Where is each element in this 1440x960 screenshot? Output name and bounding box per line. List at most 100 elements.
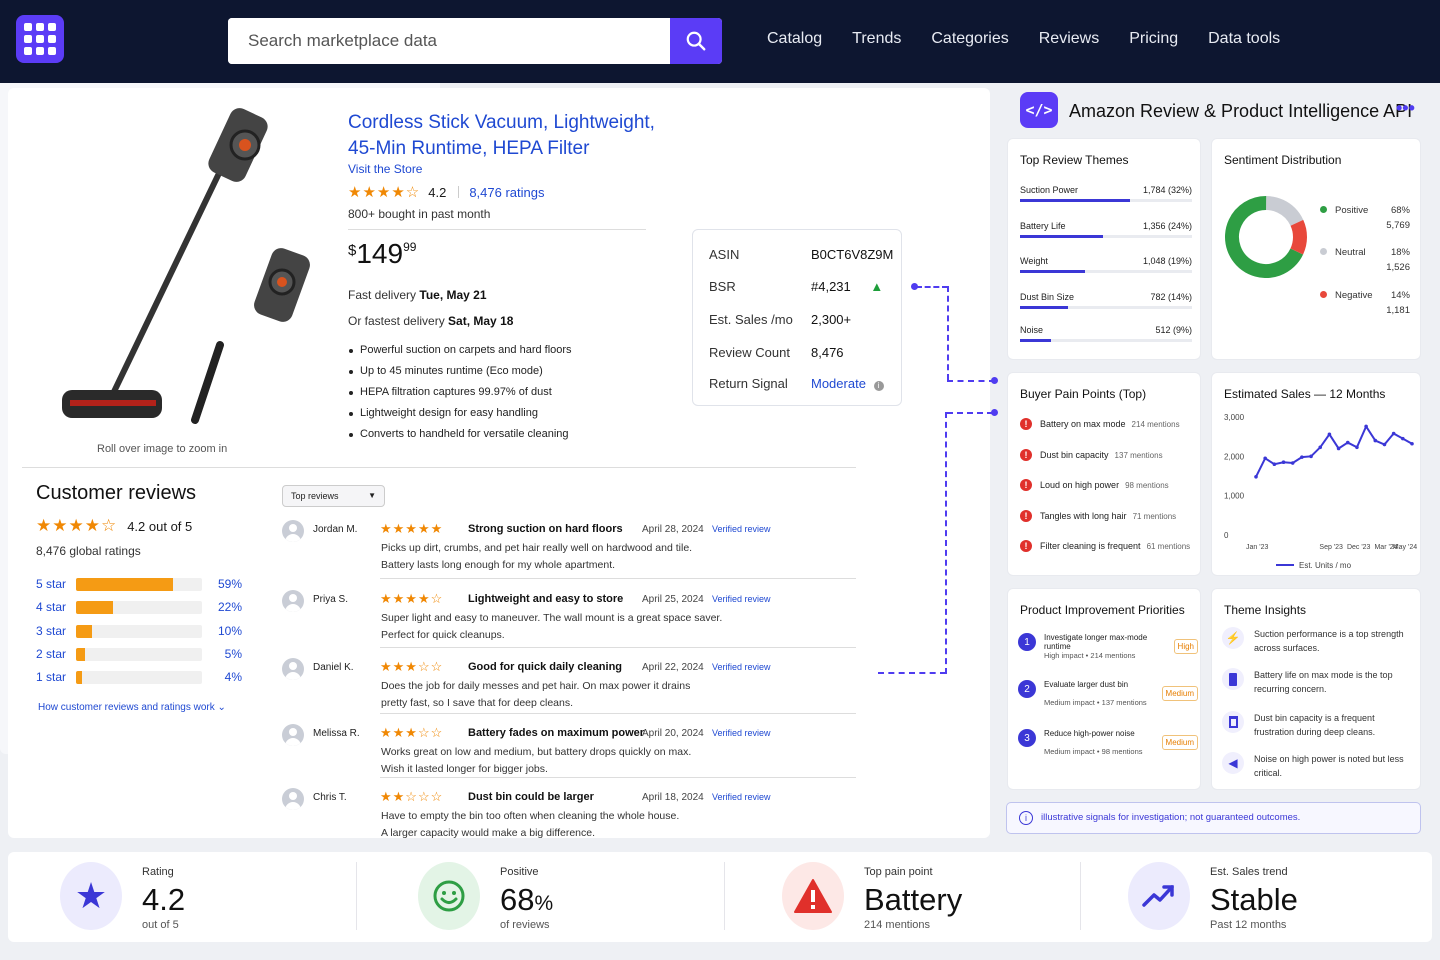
ratings-count-link[interactable]: 8,476 ratings	[469, 185, 544, 200]
nav-reviews[interactable]: Reviews	[1039, 30, 1099, 48]
apps-grid-icon[interactable]	[16, 15, 64, 63]
legend-pct: 14%	[1390, 290, 1410, 301]
data-point	[1345, 440, 1350, 445]
search-button[interactable]	[670, 18, 722, 64]
warning-icon	[782, 862, 844, 930]
star-pct: 22%	[217, 600, 242, 614]
sales-chart-card: Estimated Sales — 12 Months 3,000 2,000 1,…	[1211, 372, 1421, 576]
nav-pricing[interactable]: Pricing	[1129, 30, 1178, 48]
product-image[interactable]	[50, 100, 330, 440]
review-item: Jordan M. ★★★★★ Strong suction on hard f…	[282, 518, 856, 584]
reviewer-name[interactable]: Melissa R.	[313, 728, 360, 739]
info-icon: i	[1019, 811, 1033, 825]
smile-icon	[418, 862, 480, 930]
review-headline[interactable]: Good for quick daily cleaning	[468, 661, 622, 673]
alert-icon: !	[1020, 479, 1032, 491]
star-bar-row[interactable]: 2 star 5%	[36, 647, 242, 661]
pain-mentions: 98 mentions	[1125, 480, 1169, 490]
search-input[interactable]	[228, 18, 668, 64]
star-bar-row[interactable]: 4 star 22%	[36, 600, 242, 614]
nav-data-tools[interactable]: Data tools	[1208, 30, 1280, 48]
star-bar-row[interactable]: 3 star 10%	[36, 624, 242, 638]
sort-reviews-dropdown[interactable]: Top reviews ▼	[282, 485, 385, 507]
theme-value: 782 (14%)	[1150, 292, 1192, 302]
priority-badge: High	[1173, 639, 1198, 654]
nav-catalog[interactable]: Catalog	[767, 30, 822, 48]
product-title[interactable]: Cordless Stick Vacuum, Lightweight, 45-M…	[348, 110, 668, 162]
priority-rank: 2	[1018, 680, 1036, 698]
sales-line	[1255, 424, 1413, 478]
y-tick-label: 3,000	[1224, 413, 1245, 422]
star-bar-track	[76, 670, 202, 684]
connector-line	[947, 412, 993, 414]
review-headline[interactable]: Lightweight and easy to store	[468, 593, 623, 605]
data-point	[1336, 446, 1341, 451]
theme-value: 1,356 (24%)	[1142, 221, 1192, 231]
connector-line	[947, 286, 949, 380]
star-bar-row[interactable]: 5 star 59%	[36, 577, 242, 591]
more-options-button[interactable]: •••	[1396, 98, 1415, 119]
review-stars: ★★★☆☆	[380, 725, 444, 740]
chevron-down-icon: ⌄	[217, 702, 226, 713]
theme-name: Suction Power	[1020, 185, 1079, 195]
kpi-label: Top pain point	[864, 866, 933, 878]
price: $14999	[348, 238, 416, 270]
feature-bullet: Converts to handheld for versatile clean…	[348, 428, 572, 449]
api-title: Amazon Review & Product Intelligence API	[1069, 101, 1413, 121]
star-bar-fill	[76, 624, 93, 638]
reviewer-name[interactable]: Chris T.	[313, 792, 347, 803]
divider	[356, 862, 357, 930]
review-date: April 28, 2024	[642, 524, 704, 535]
feature-bullet: Powerful suction on carpets and hard flo…	[348, 344, 572, 365]
data-point	[1300, 455, 1304, 459]
metric-label: ASIN	[709, 247, 740, 262]
review-stars: ★★★☆☆	[380, 659, 444, 674]
reviewer-name[interactable]: Priya S.	[313, 594, 348, 605]
pain-point: ! Loud on high power 98 mentions	[1020, 479, 1169, 491]
review-body: Have to empty the bin too often when cle…	[381, 810, 680, 839]
insight-text: Noise on high power is noted but less cr…	[1254, 754, 1404, 778]
star-bar-fill	[76, 647, 85, 661]
reviewer-name[interactable]: Daniel K.	[313, 662, 354, 673]
x-tick-label: Sep '23	[1319, 544, 1343, 551]
star-label: 4 star	[36, 600, 67, 614]
nav-trends[interactable]: Trends	[852, 30, 901, 48]
metric-review-count: Review Count 8,476	[709, 345, 889, 360]
review-headline[interactable]: Battery fades on maximum power	[468, 727, 644, 739]
api-header: </> Amazon Review & Product Intelligence…	[1020, 92, 1420, 132]
data-point	[1263, 456, 1267, 461]
star-label: 3 star	[36, 624, 67, 638]
star-icon: ★	[60, 862, 122, 930]
divider	[724, 862, 725, 930]
pain-point: ! Tangles with long hair 71 mentions	[1020, 510, 1176, 522]
nav-categories[interactable]: Categories	[931, 30, 1008, 48]
avatar	[282, 520, 304, 542]
how-reviews-work-link[interactable]: How customer reviews and ratings work ⌄	[38, 702, 226, 713]
connector-dot	[991, 409, 998, 416]
review-stars: ★★★★★	[380, 521, 444, 536]
legend-label: Negative	[1335, 290, 1373, 301]
pain-point: ! Dust bin capacity 137 mentions	[1020, 449, 1163, 461]
visit-store-link[interactable]: Visit the Store	[348, 162, 422, 176]
review-headline[interactable]: Dust bin could be larger	[468, 791, 594, 803]
kpi-sub: out of 5	[142, 919, 179, 931]
kpi-label: Positive	[500, 866, 539, 878]
pain-points-card: Buyer Pain Points (Top) ! Battery on max …	[1007, 372, 1201, 576]
verified-badge: Verified review	[712, 524, 771, 534]
info-icon[interactable]: i	[873, 381, 884, 391]
caret-down-icon: ▼	[368, 491, 376, 500]
metric-value: Moderate i	[811, 376, 889, 391]
priority-rank: 1	[1018, 633, 1036, 651]
review-headline[interactable]: Strong suction on hard floors	[468, 523, 623, 535]
feature-bullet: Up to 45 minutes runtime (Eco mode)	[348, 365, 572, 386]
pain-mentions: 137 mentions	[1114, 450, 1163, 460]
theme-name: Battery Life	[1020, 221, 1066, 231]
theme-bar	[1020, 306, 1068, 309]
sentiment-donut	[1225, 196, 1307, 278]
reviewer-name[interactable]: Jordan M.	[313, 524, 357, 535]
metric-label: Review Count	[709, 345, 790, 360]
kpi-sub: of reviews	[500, 919, 550, 931]
speaker-icon: ◀	[1222, 752, 1244, 774]
star-bar-row[interactable]: 1 star 4%	[36, 670, 242, 684]
theme-value: 512 (9%)	[1155, 325, 1192, 335]
